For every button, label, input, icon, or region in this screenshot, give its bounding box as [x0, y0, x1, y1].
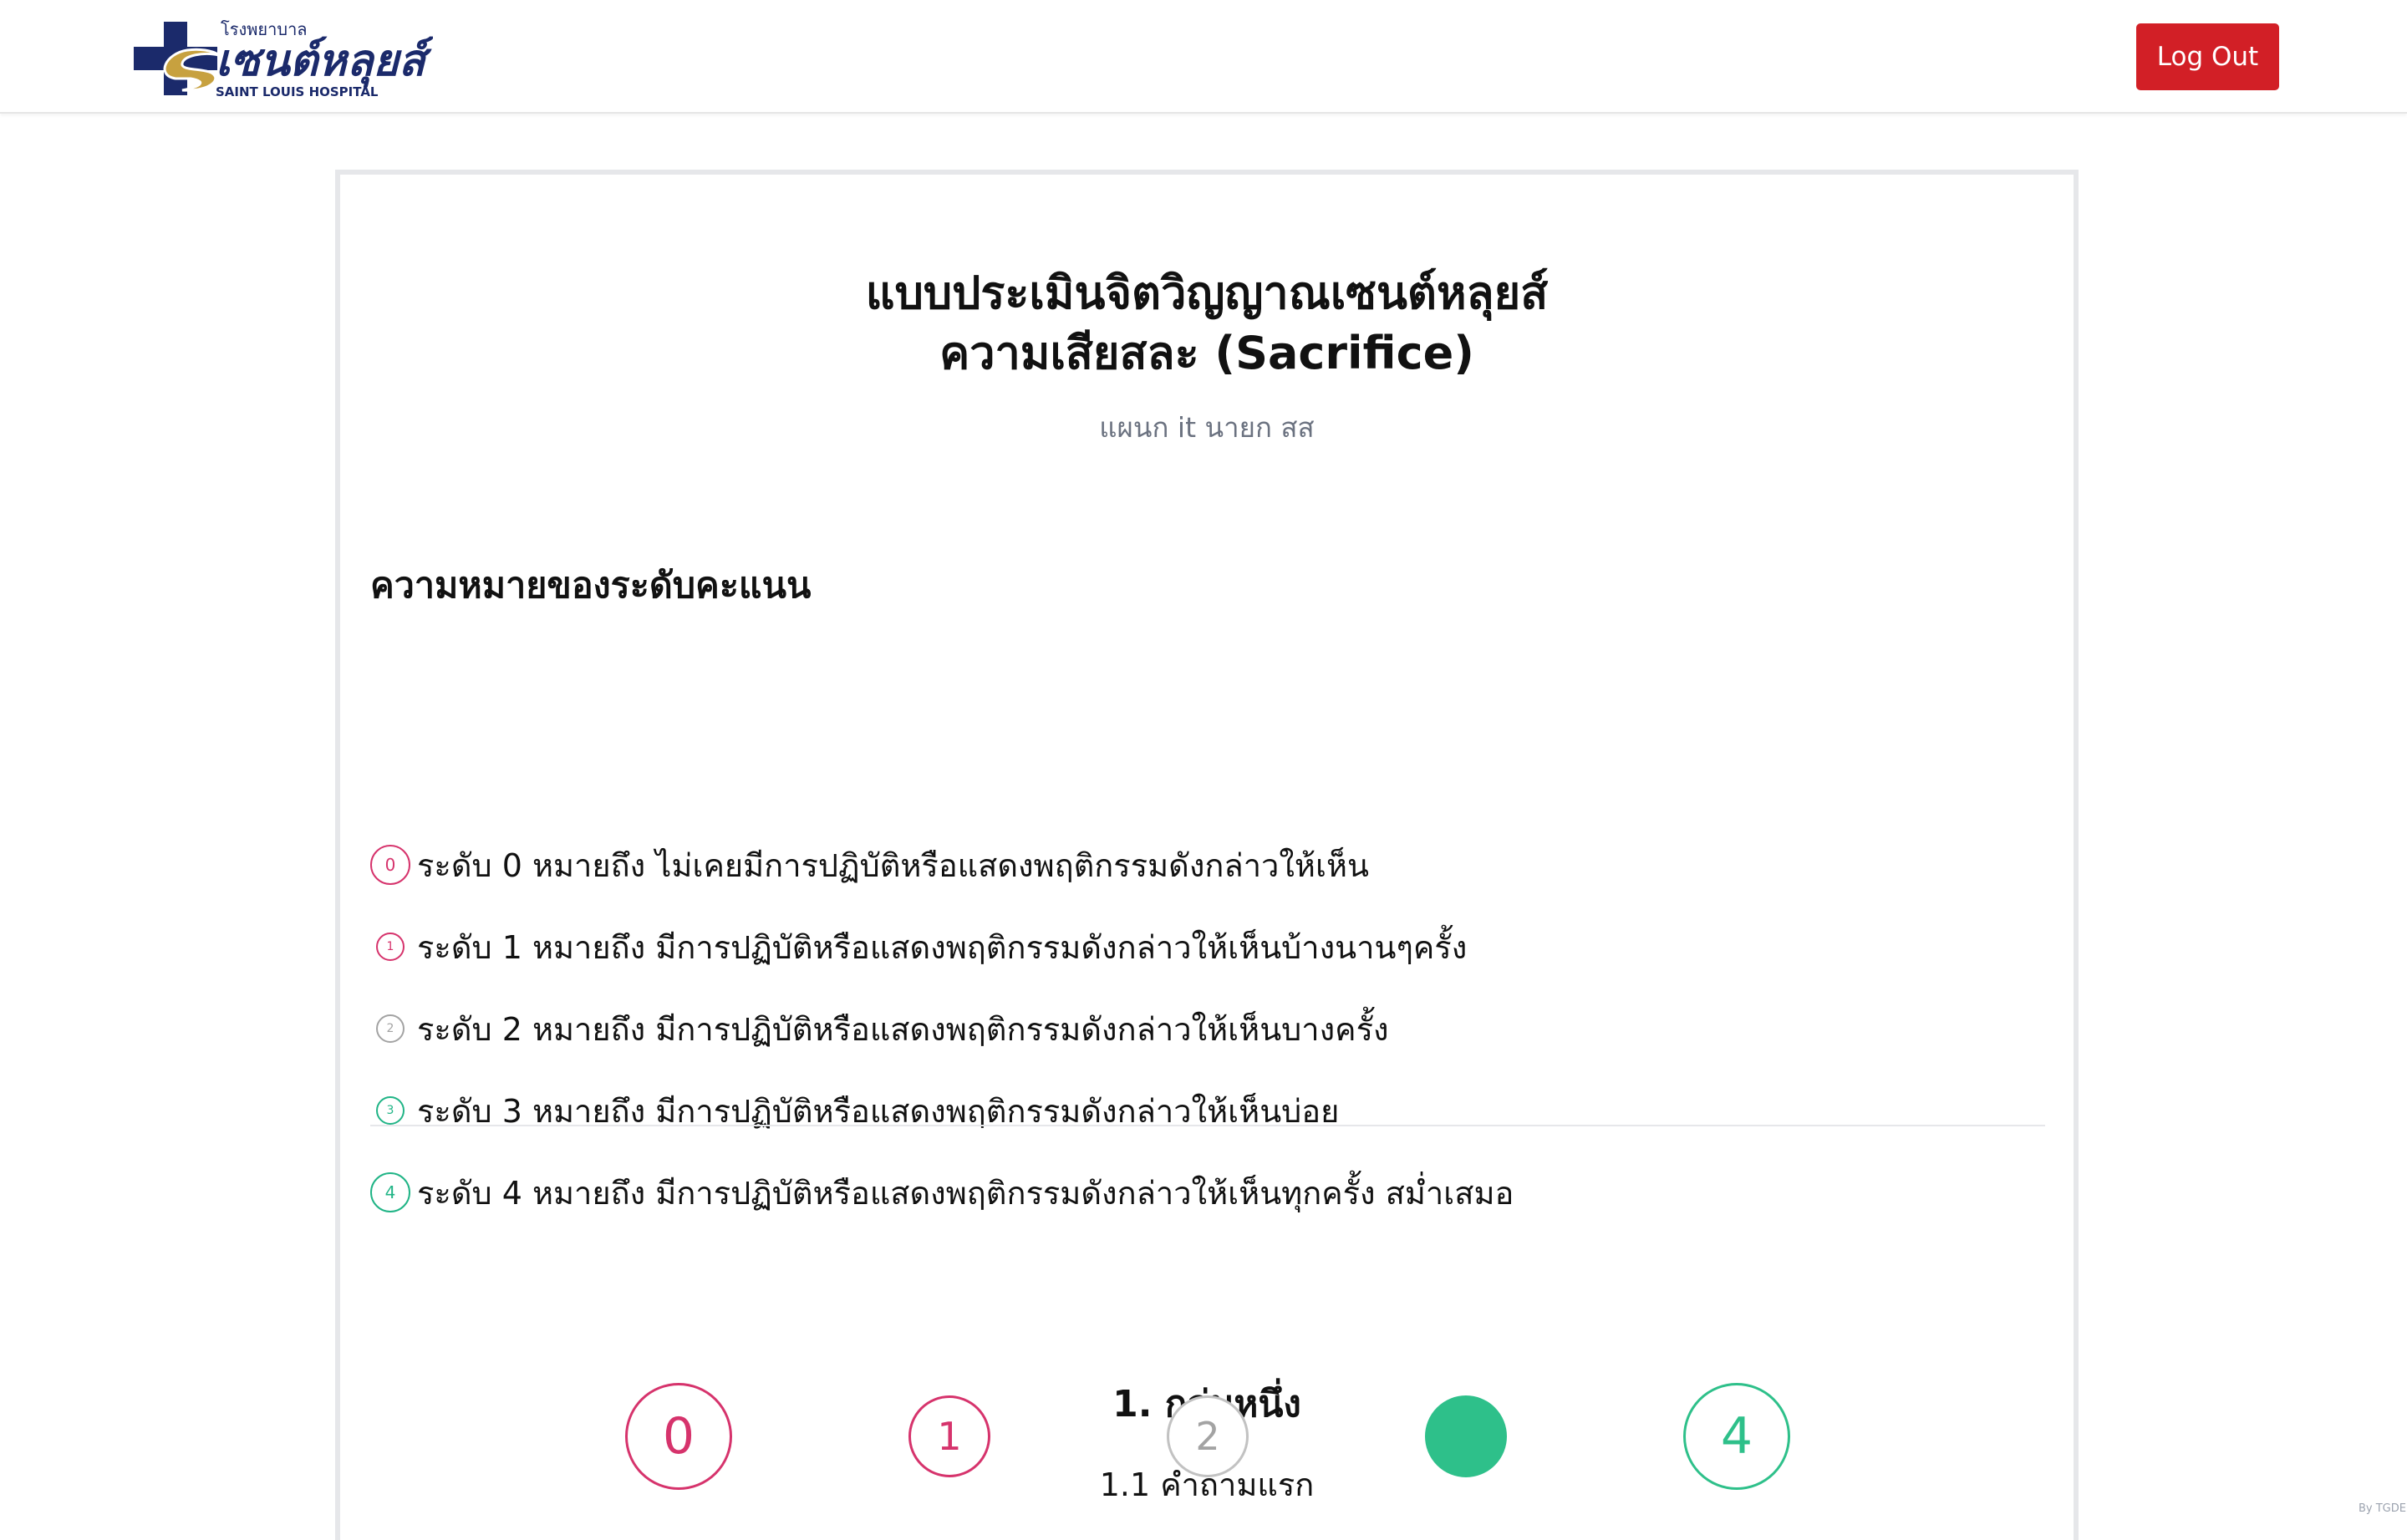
legend-item: 4 ระดับ 4 หมายถึง มีการปฏิบัติหรือแสดงพฤ…	[370, 1167, 1514, 1217]
score-1-badge-icon: 1	[376, 933, 405, 961]
score-option-4[interactable]: 4	[1683, 1383, 1790, 1490]
logo-english: SAINT LOUIS HOSPITAL	[216, 84, 379, 99]
legend-item: 3 ระดับ 3 หมายถึง มีการปฏิบัติหรือแสดงพฤ…	[370, 1085, 1339, 1136]
legend-item: 2 ระดับ 2 หมายถึง มีการปฏิบัติหรือแสดงพฤ…	[370, 1004, 1389, 1054]
form-title-line2: ความเสียสละ (Sacrifice)	[939, 327, 1474, 379]
form-title-line1: แบบประเมินจิตวิญญาณเซนต์หลุยส์	[865, 267, 1549, 319]
legend-heading: ความหมายของระดับคะแนน	[370, 565, 812, 607]
hospital-logo[interactable]: โรงพยาบาล เซนต์หลุยส์ SAINT LOUIS HOSPIT…	[132, 17, 433, 100]
form-subtitle: แผนก it นายก สส	[1099, 411, 1315, 444]
legend-item-text: ระดับ 0 หมายถึง ไม่เคยมีการปฏิบัติหรือแส…	[417, 846, 1369, 884]
score-option-0[interactable]: 0	[625, 1383, 732, 1490]
score-3-badge-icon: 3	[376, 1096, 405, 1125]
logo-thai-main: เซนต์หลุยส์	[216, 36, 433, 88]
score-2-badge-icon: 2	[376, 1014, 405, 1043]
logout-button[interactable]: Log Out	[2136, 23, 2279, 90]
legend-item-text: ระดับ 2 หมายถึง มีการปฏิบัติหรือแสดงพฤติ…	[417, 1010, 1389, 1048]
footer-note: By TGDE	[2359, 1502, 2406, 1515]
score-option-3-selected[interactable]	[1425, 1395, 1507, 1477]
score-4-badge-icon: 4	[370, 1172, 410, 1212]
assessment-card: แบบประเมินจิตวิญญาณเซนต์หลุยส์ ความเสียส…	[335, 170, 2079, 1540]
legend-item-text: ระดับ 4 หมายถึง มีการปฏิบัติหรือแสดงพฤติ…	[417, 1174, 1514, 1212]
legend-item: 1 ระดับ 1 หมายถึง มีการปฏิบัติหรือแสดงพฤ…	[370, 922, 1467, 972]
legend-item: 0 ระดับ 0 หมายถึง ไม่เคยมีการปฏิบัติหรือ…	[370, 840, 1369, 890]
legend-item-text: ระดับ 1 หมายถึง มีการปฏิบัติหรือแสดงพฤติ…	[417, 928, 1468, 966]
top-navbar: โรงพยาบาล เซนต์หลุยส์ SAINT LOUIS HOSPIT…	[0, 0, 2407, 114]
legend-item-text: ระดับ 3 หมายถึง มีการปฏิบัติหรือแสดงพฤติ…	[417, 1092, 1340, 1130]
score-option-1[interactable]: 1	[908, 1395, 990, 1477]
score-0-badge-icon: 0	[370, 845, 410, 885]
section-divider	[370, 1125, 2045, 1126]
score-option-2[interactable]: 2	[1167, 1395, 1249, 1477]
